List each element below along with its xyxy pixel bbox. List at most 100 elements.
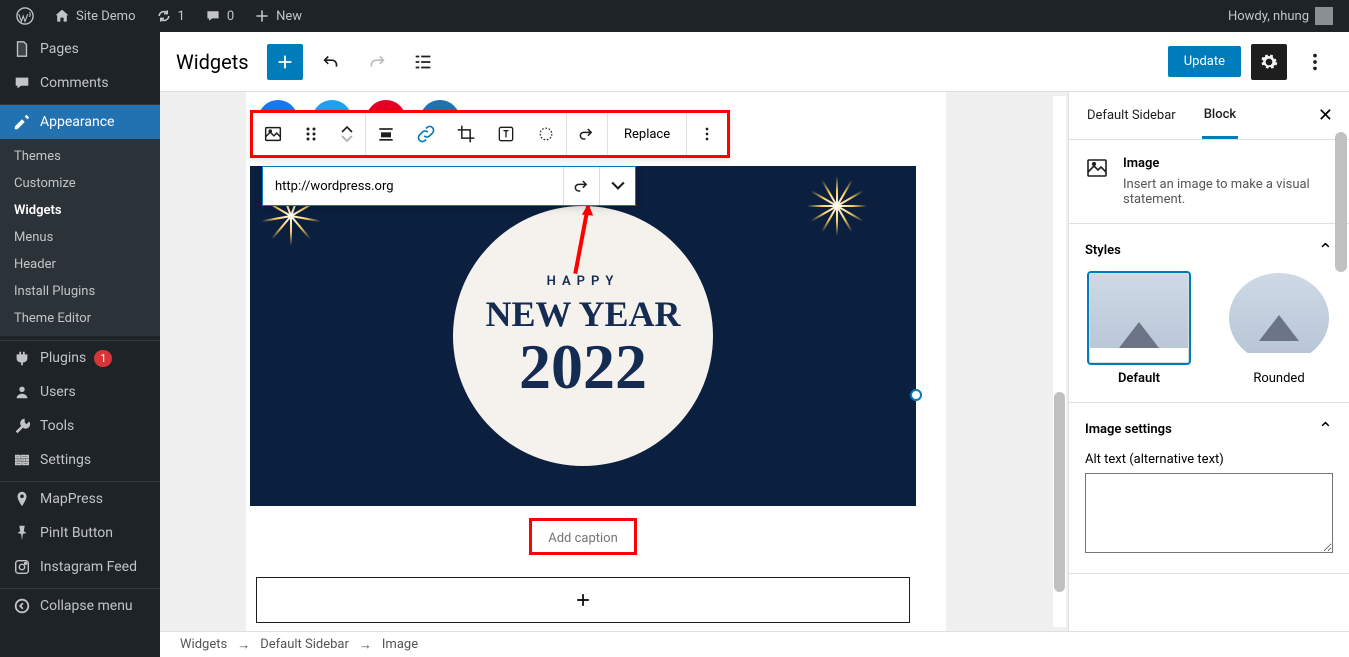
style-rounded-label: Rounded (1225, 371, 1333, 386)
block-type-button[interactable] (253, 110, 293, 158)
submenu-customize[interactable]: Customize (0, 170, 160, 197)
styles-heading: Styles (1085, 243, 1121, 258)
crumb-sep: → (359, 637, 372, 653)
admin-bar: Site Demo 1 0 New Howdy, nhung (0, 0, 1349, 32)
tab-default-sidebar[interactable]: Default Sidebar (1085, 94, 1178, 137)
sidebar-item-mappress[interactable]: MapPress (0, 482, 160, 516)
redo-button[interactable] (359, 44, 395, 80)
more-options-button[interactable] (1297, 44, 1333, 80)
move-buttons[interactable] (329, 110, 365, 158)
settings-label: Settings (40, 452, 91, 468)
image-preview: HAPPY NEW YEAR 2022 (250, 166, 916, 506)
undo-button[interactable] (313, 44, 349, 80)
plus-icon (254, 8, 270, 24)
new-link[interactable]: New (246, 0, 310, 32)
scrollbar-thumb[interactable] (1054, 392, 1065, 592)
crumb-widgets[interactable]: Widgets (180, 637, 227, 652)
link-options-button[interactable] (599, 167, 635, 205)
submenu-install-plugins[interactable]: Install Plugins (0, 278, 160, 305)
duotone-button[interactable] (526, 110, 566, 158)
comment-icon (205, 8, 221, 24)
admin-sidebar: Pages Comments Appearance Themes Customi… (0, 32, 160, 657)
alt-text-label: Alt text (alternative text) (1085, 452, 1224, 467)
link-url-input[interactable] (263, 167, 563, 205)
tools-icon (12, 417, 32, 435)
caption-input[interactable]: Add caption (548, 531, 618, 546)
align-button[interactable] (366, 110, 406, 158)
comments-link[interactable]: 0 (197, 0, 242, 32)
crop-button[interactable] (446, 110, 486, 158)
editor-scrollbar[interactable] (1051, 92, 1068, 631)
submenu-themes[interactable]: Themes (0, 143, 160, 170)
styles-panel: Styles ⌃ Default Rounded (1069, 224, 1349, 403)
happy-text: HAPPY (547, 274, 620, 289)
crumb-sidebar[interactable]: Default Sidebar (260, 637, 349, 652)
sidebar-item-users[interactable]: Users (0, 375, 160, 409)
chevron-up-icon[interactable]: ⌃ (1318, 419, 1333, 440)
link-button[interactable] (406, 110, 446, 158)
newyear-text: NEW YEAR (485, 293, 680, 335)
image-block[interactable]: HAPPY NEW YEAR 2022 Add caption (250, 166, 916, 623)
submenu-widgets[interactable]: Widgets (0, 197, 160, 224)
text-overlay-button[interactable] (486, 110, 526, 158)
editor-wrap: Replace (160, 92, 1349, 631)
user-menu[interactable]: Howdy, nhung (1220, 0, 1341, 32)
sidebar-item-instagram[interactable]: Instagram Feed (0, 550, 160, 584)
sidebar-item-comments[interactable]: Comments (0, 66, 160, 100)
adminbar-left: Site Demo 1 0 New (8, 0, 310, 32)
chevron-up-icon[interactable]: ⌃ (1318, 240, 1333, 261)
mappress-label: MapPress (40, 491, 103, 507)
appearance-label: Appearance (40, 114, 114, 130)
collapse-menu[interactable]: Collapse menu (0, 589, 160, 623)
block-toolbar: Replace (250, 110, 730, 158)
sidebar-item-settings[interactable]: Settings (0, 443, 160, 477)
wp-logo[interactable] (8, 0, 42, 32)
add-block-button[interactable] (267, 44, 303, 80)
settings-toggle-button[interactable] (1251, 44, 1287, 80)
main: Widgets Update (160, 32, 1349, 657)
editor-canvas: Replace (160, 92, 1068, 631)
comments-label: Comments (40, 75, 109, 91)
block-name: Image (1123, 156, 1333, 171)
append-block-button[interactable] (256, 577, 910, 623)
sidebar-item-plugins[interactable]: Plugins1 (0, 341, 160, 375)
inspector-close-button[interactable]: ✕ (1318, 105, 1333, 126)
site-name-link[interactable]: Site Demo (46, 0, 144, 32)
replace-button[interactable]: Replace (608, 110, 686, 158)
updates-count: 1 (178, 9, 185, 24)
tools-label: Tools (40, 418, 74, 434)
block-desc: Insert an image to make a visual stateme… (1123, 177, 1333, 207)
site-name: Site Demo (76, 9, 136, 24)
inspector-tabs: Default Sidebar Block ✕ (1069, 92, 1349, 140)
collapse-icon (12, 597, 32, 615)
block-more-button[interactable] (687, 110, 727, 158)
list-view-button[interactable] (405, 44, 441, 80)
alt-text-input[interactable] (1085, 473, 1333, 553)
style-default[interactable]: Default (1085, 273, 1193, 386)
sidebar-item-tools[interactable]: Tools (0, 409, 160, 443)
submenu-theme-editor[interactable]: Theme Editor (0, 305, 160, 332)
sidebar-item-pages[interactable]: Pages (0, 32, 160, 66)
comments-icon (12, 74, 32, 92)
sidebar-item-pinit[interactable]: PinIt Button (0, 516, 160, 550)
submenu-menus[interactable]: Menus (0, 224, 160, 251)
crumb-image[interactable]: Image (382, 637, 418, 652)
submenu-header[interactable]: Header (0, 251, 160, 278)
tab-block[interactable]: Block (1202, 93, 1238, 139)
style-rounded[interactable]: Rounded (1225, 273, 1333, 386)
pinit-label: PinIt Button (40, 525, 113, 541)
plugins-badge: 1 (94, 350, 112, 367)
image-block-icon (1085, 156, 1109, 207)
refresh-icon (156, 8, 172, 24)
sidebar-item-appearance[interactable]: Appearance (0, 105, 160, 139)
link-input-popover (262, 166, 636, 206)
link-submit-button[interactable] (563, 167, 599, 205)
updates-link[interactable]: 1 (148, 0, 193, 32)
crumb-sep: → (237, 637, 250, 653)
pages-label: Pages (40, 41, 79, 57)
inspector-scrollbar[interactable] (1335, 132, 1347, 272)
update-button[interactable]: Update (1168, 46, 1241, 77)
apply-link-button[interactable] (567, 110, 607, 158)
resize-handle-right[interactable] (910, 389, 922, 401)
drag-handle[interactable] (293, 110, 329, 158)
